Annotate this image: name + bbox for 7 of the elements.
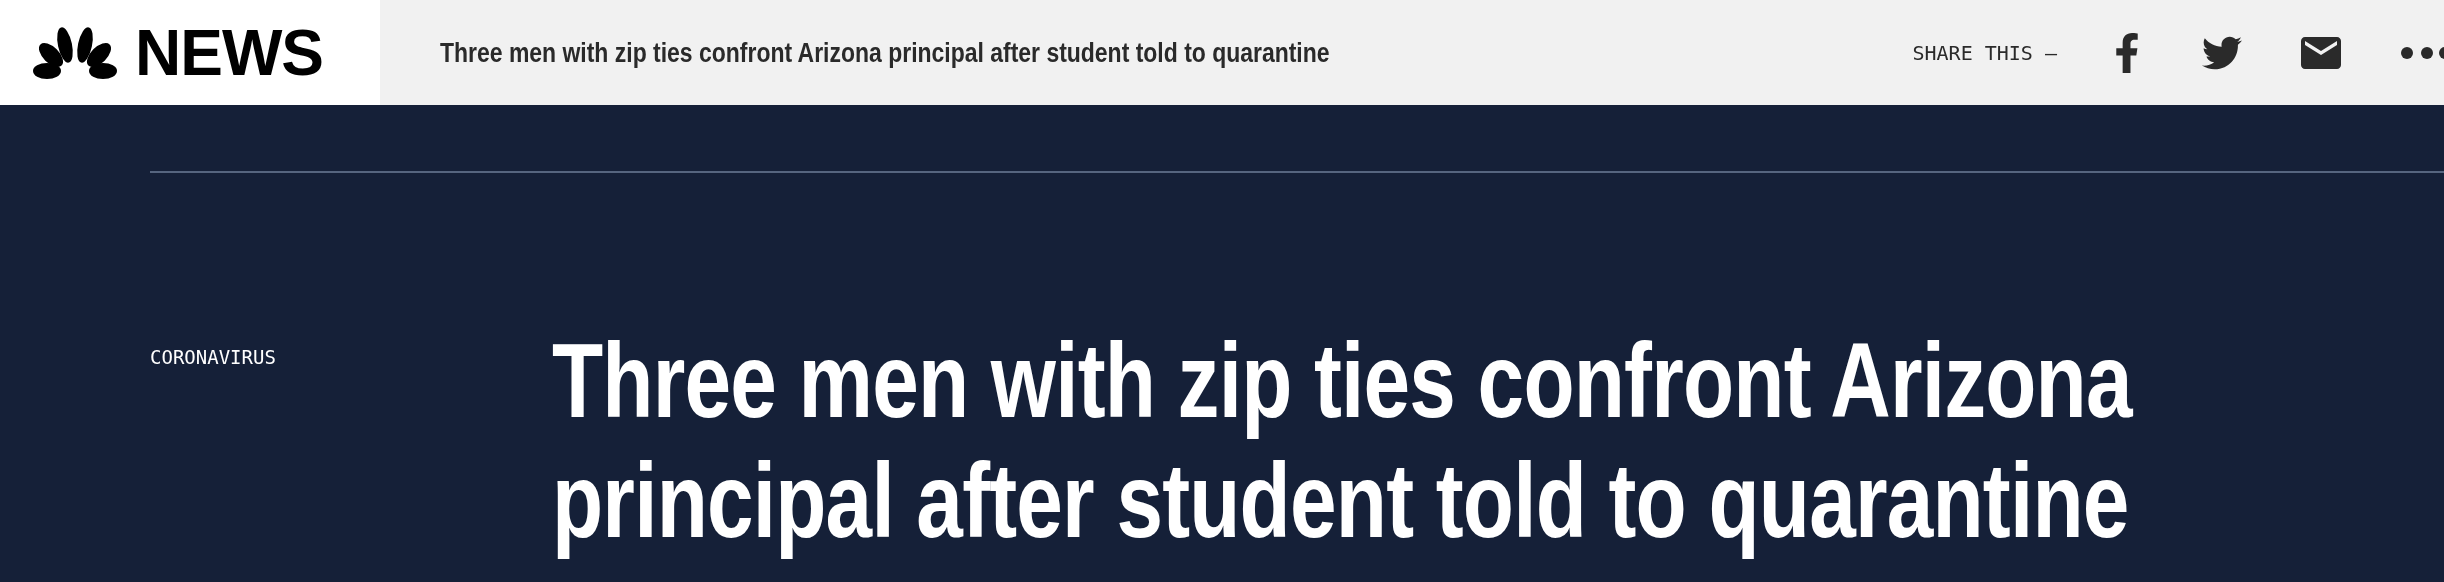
headline: Three men with zip ties confront Arizona principal after student told to quarantine: [552, 320, 2134, 560]
peacock-logo-icon: [33, 24, 117, 81]
share-label: SHARE THIS —: [1912, 40, 2057, 65]
category-label[interactable]: CORONAVIRUS: [150, 338, 552, 368]
header-title: Three men with zip ties confront Arizona principal after student told to quarantine: [440, 36, 1330, 69]
logo-text: NEWS: [135, 20, 323, 85]
more-icon[interactable]: [2400, 45, 2444, 60]
